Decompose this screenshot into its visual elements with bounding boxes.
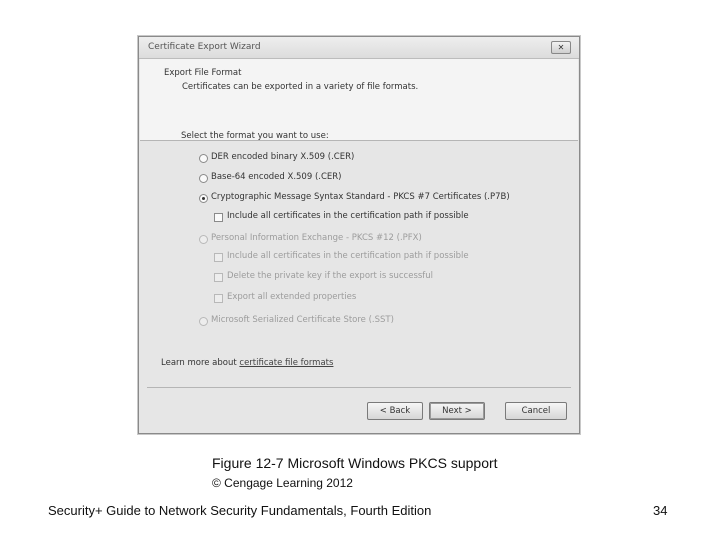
checkbox-p7b-include-path[interactable] <box>214 213 223 222</box>
close-icon: ✕ <box>557 43 565 52</box>
radio-pfx-label[interactable]: Personal Information Exchange - PKCS #12… <box>211 233 422 243</box>
book-title: Security+ Guide to Network Security Fund… <box>48 503 432 518</box>
section-title: Export File Format <box>164 68 242 78</box>
title-bar: Certificate Export Wizard ✕ <box>139 37 579 59</box>
select-format-label: Select the format you want to use: <box>181 131 329 141</box>
checkbox-export-extended-properties-label[interactable]: Export all extended properties <box>227 292 356 302</box>
footer-divider <box>147 387 571 388</box>
next-button[interactable]: Next > <box>429 402 485 420</box>
section-subtitle: Certificates can be exported in a variet… <box>182 82 419 92</box>
checkbox-delete-private-key-label[interactable]: Delete the private key if the export is … <box>227 271 433 281</box>
page-number: 34 <box>653 503 668 518</box>
wizard-header: Export File Format Certificates can be e… <box>140 59 578 141</box>
radio-pkcs7-label[interactable]: Cryptographic Message Syntax Standard - … <box>211 192 510 202</box>
checkbox-pfx-include-path-label[interactable]: Include all certificates in the certific… <box>227 251 469 261</box>
checkbox-p7b-include-path-label[interactable]: Include all certificates in the certific… <box>227 211 469 221</box>
certificate-formats-link[interactable]: certificate file formats <box>239 358 333 368</box>
back-button[interactable]: < Back <box>367 402 423 420</box>
learn-more-prefix: Learn more about <box>161 358 240 368</box>
radio-der-label[interactable]: DER encoded binary X.509 (.CER) <box>211 152 354 162</box>
checkbox-pfx-include-path[interactable] <box>214 253 223 262</box>
checkbox-delete-private-key[interactable] <box>214 273 223 282</box>
copyright-notice: © Cengage Learning 2012 <box>212 476 353 490</box>
certificate-export-wizard-dialog: Certificate Export Wizard ✕ Export File … <box>138 36 580 434</box>
radio-der[interactable] <box>199 154 208 163</box>
cancel-button[interactable]: Cancel <box>505 402 567 420</box>
radio-pfx[interactable] <box>199 235 208 244</box>
radio-sst-label[interactable]: Microsoft Serialized Certificate Store (… <box>211 315 394 325</box>
checkbox-export-extended-properties[interactable] <box>214 294 223 303</box>
radio-pkcs7[interactable] <box>199 194 208 203</box>
radio-base64-label[interactable]: Base-64 encoded X.509 (.CER) <box>211 172 342 182</box>
learn-more-text: Learn more about certificate file format… <box>161 358 333 368</box>
window-title: Certificate Export Wizard <box>148 42 261 52</box>
radio-sst[interactable] <box>199 317 208 326</box>
radio-base64[interactable] <box>199 174 208 183</box>
figure-caption: Figure 12-7 Microsoft Windows PKCS suppo… <box>212 455 498 471</box>
close-button[interactable]: ✕ <box>551 41 571 54</box>
